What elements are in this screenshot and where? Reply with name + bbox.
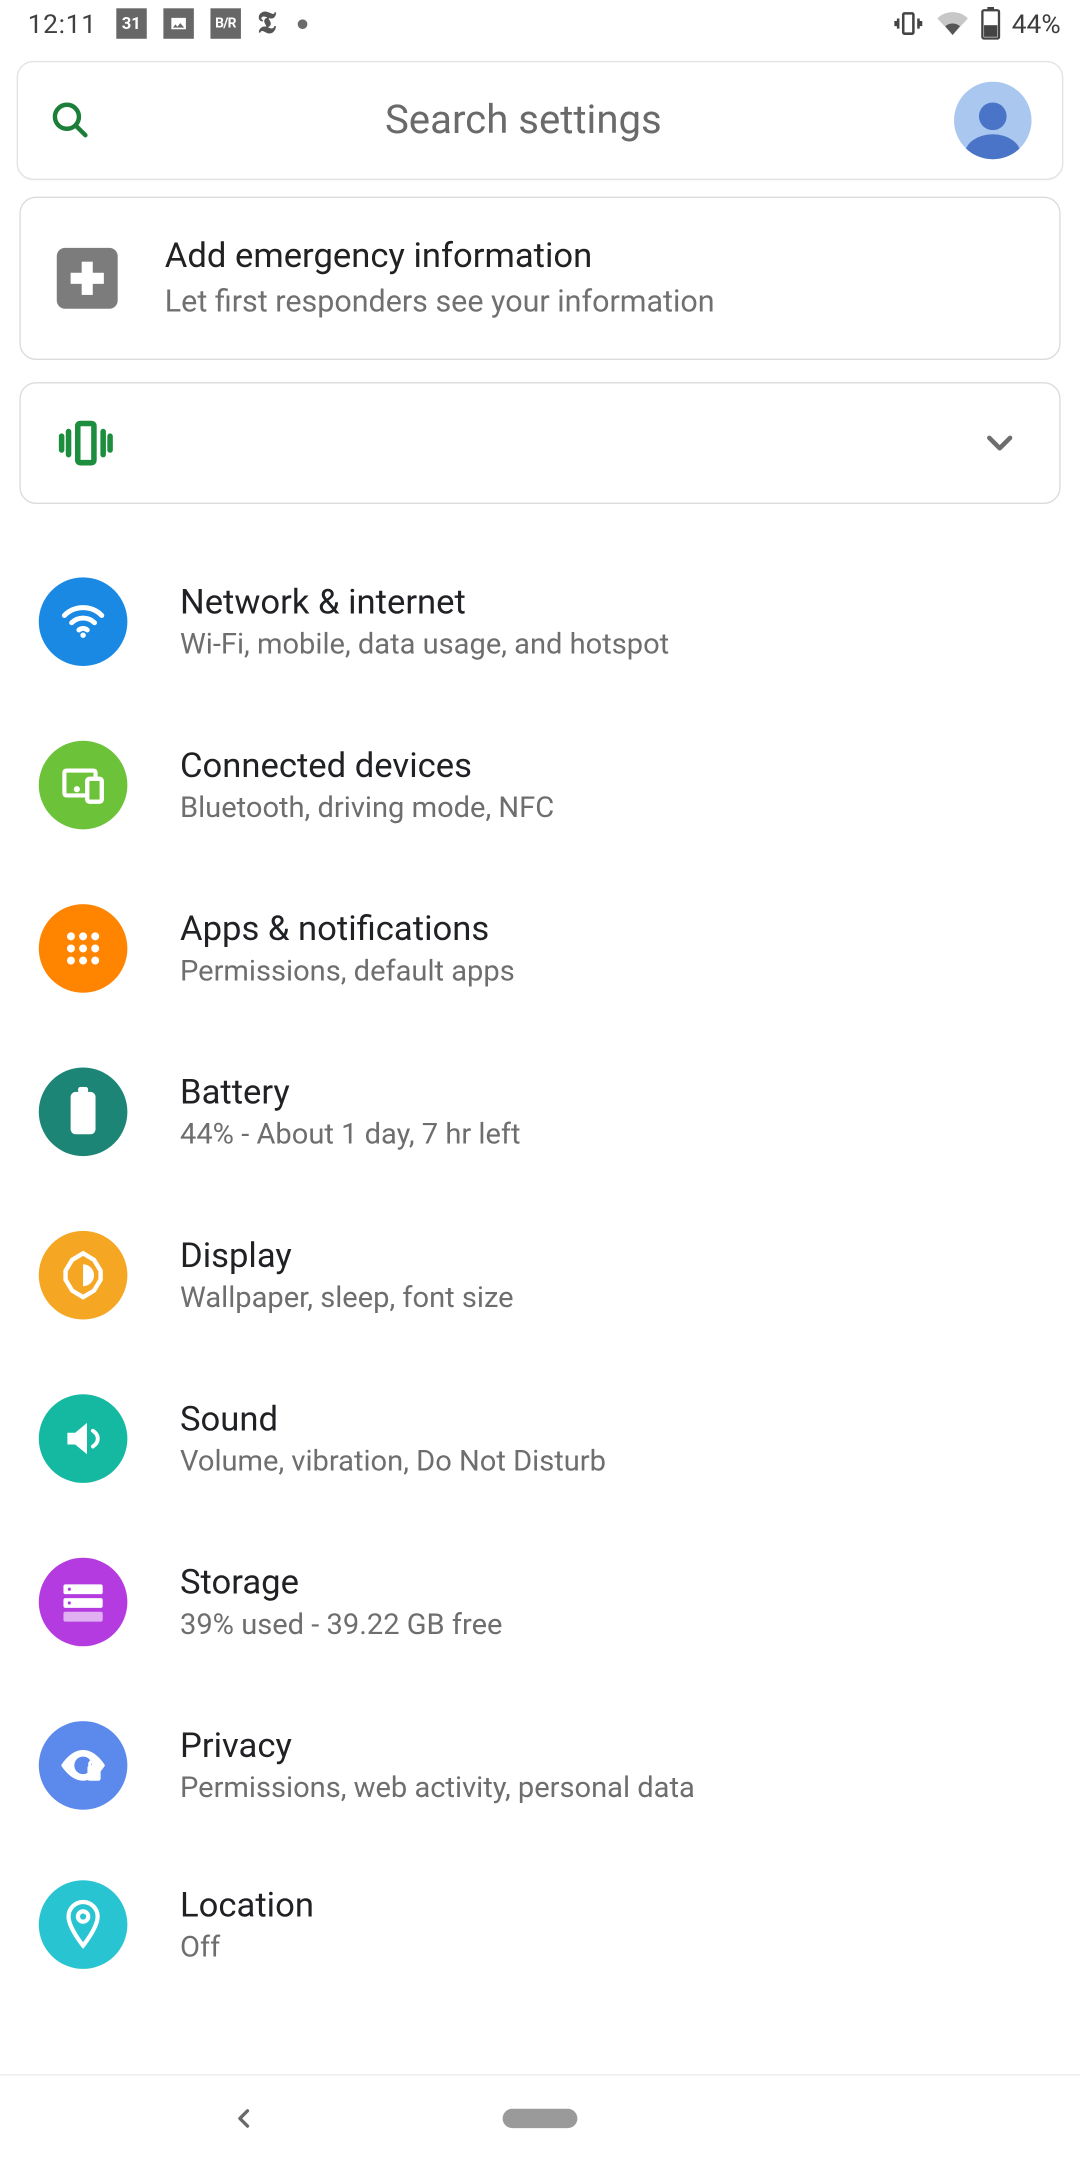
brightness-icon — [39, 1231, 128, 1320]
battery-icon — [39, 1068, 128, 1157]
row-title: Location — [180, 1885, 314, 1925]
settings-connected-devices[interactable]: Connected devices Bluetooth, driving mod… — [0, 703, 1080, 866]
row-subtitle: Permissions, web activity, personal data — [180, 1772, 695, 1805]
back-button[interactable] — [228, 2103, 258, 2133]
avatar[interactable] — [954, 82, 1032, 160]
wifi-status-icon — [936, 8, 969, 38]
status-left: 12:11 31 B/R 𝕿 — [28, 8, 308, 40]
more-dot-icon — [298, 19, 308, 29]
storage-icon — [39, 1558, 128, 1647]
row-subtitle: Off — [180, 1931, 314, 1964]
settings-sound[interactable]: Sound Volume, vibration, Do Not Disturb — [0, 1357, 1080, 1520]
settings-privacy[interactable]: Privacy Permissions, web activity, perso… — [0, 1684, 1080, 1847]
row-subtitle: Bluetooth, driving mode, NFC — [180, 791, 554, 824]
settings-apps[interactable]: Apps & notifications Permissions, defaul… — [0, 867, 1080, 1030]
home-pill[interactable] — [503, 2108, 578, 2127]
vibrate-status-icon — [891, 8, 924, 38]
row-subtitle: Volume, vibration, Do Not Disturb — [180, 1445, 606, 1478]
row-title: Connected devices — [180, 746, 554, 786]
calendar-icon: 31 — [116, 8, 146, 38]
row-subtitle: Permissions, default apps — [180, 955, 515, 988]
wifi-icon — [39, 577, 128, 666]
battery-percent: 44% — [1012, 8, 1061, 40]
ringer-mode-card[interactable] — [19, 382, 1060, 504]
medical-plus-icon — [57, 248, 118, 309]
apps-grid-icon — [39, 904, 128, 993]
settings-network[interactable]: Network & internet Wi-Fi, mobile, data u… — [0, 540, 1080, 703]
row-title: Battery — [180, 1072, 521, 1112]
devices-icon — [39, 741, 128, 830]
photo-icon — [163, 8, 193, 38]
row-title: Apps & notifications — [180, 909, 515, 949]
settings-list: Network & internet Wi-Fi, mobile, data u… — [0, 532, 1080, 2066]
navigation-bar — [0, 2074, 1080, 2160]
settings-location[interactable]: Location Off — [0, 1847, 1080, 2066]
nyt-icon: 𝕿 — [257, 8, 276, 38]
volume-icon — [39, 1394, 128, 1483]
row-title: Privacy — [180, 1726, 695, 1766]
row-title: Display — [180, 1236, 514, 1276]
battery-status-icon — [980, 7, 1001, 40]
chevron-down-icon — [979, 422, 1021, 464]
location-pin-icon — [39, 1880, 128, 1969]
br-icon: B/R — [210, 8, 240, 38]
row-title: Sound — [180, 1399, 606, 1439]
search-placeholder: Search settings — [118, 97, 929, 144]
row-title: Storage — [180, 1563, 502, 1603]
row-title: Network & internet — [180, 582, 669, 622]
search-settings[interactable]: Search settings — [17, 61, 1064, 180]
emergency-subtitle: Let first responders see your informatio… — [165, 285, 715, 320]
settings-storage[interactable]: Storage 39% used - 39.22 GB free — [0, 1520, 1080, 1683]
vibrate-icon — [54, 415, 118, 470]
emergency-title: Add emergency information — [165, 237, 715, 277]
settings-battery[interactable]: Battery 44% - About 1 day, 7 hr left — [0, 1030, 1080, 1193]
row-subtitle: Wallpaper, sleep, font size — [180, 1281, 514, 1314]
row-subtitle: 39% used - 39.22 GB free — [180, 1608, 502, 1641]
status-time: 12:11 — [28, 8, 97, 40]
privacy-eye-icon — [39, 1721, 128, 1810]
row-subtitle: 44% - About 1 day, 7 hr left — [180, 1118, 521, 1151]
row-subtitle: Wi-Fi, mobile, data usage, and hotspot — [180, 628, 669, 661]
status-right: 44% — [891, 7, 1060, 40]
status-bar: 12:11 31 B/R 𝕿 44% — [0, 0, 1080, 47]
search-icon — [48, 98, 92, 142]
emergency-info-card[interactable]: Add emergency information Let first resp… — [19, 197, 1060, 360]
settings-display[interactable]: Display Wallpaper, sleep, font size — [0, 1194, 1080, 1357]
